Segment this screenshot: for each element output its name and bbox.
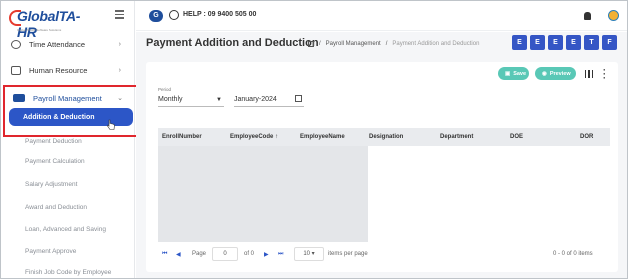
- period-label: Period: [158, 87, 172, 92]
- preview-label: Preview: [549, 70, 571, 77]
- export-button-3[interactable]: E: [548, 35, 563, 50]
- bell-icon[interactable]: [584, 12, 591, 20]
- sidebar-item-label: Time Attendance: [29, 39, 86, 49]
- chevron-down-icon: ▼: [216, 97, 222, 103]
- page-title: Payment Addition and Deduction: [146, 37, 319, 49]
- page-of-label: of 0: [244, 251, 255, 257]
- sidebar-subitem-payment-deduction[interactable]: Payment Deduction: [25, 138, 82, 145]
- breadcrumb-current: Payment Addition and Deduction: [392, 41, 480, 47]
- logo-tagline: Global TA-HR Software Solutions: [17, 28, 62, 32]
- export-button-2[interactable]: E: [530, 35, 545, 50]
- help-text: HELP : 09 9400 505 00: [183, 11, 257, 18]
- month-picker[interactable]: January-2024: [234, 95, 304, 107]
- sidebar-item-payroll-management[interactable]: Payroll Management ⌄: [5, 87, 141, 109]
- money-icon: [13, 94, 25, 102]
- first-page-icon[interactable]: ⏮: [162, 251, 167, 258]
- period-value: Monthly: [158, 96, 183, 103]
- column-employee-code[interactable]: EmployeeCode ↑: [230, 134, 278, 140]
- sidebar-subitem-payment-approve[interactable]: Payment Approve: [25, 248, 76, 255]
- page-size-select[interactable]: 10 ▾: [294, 247, 324, 261]
- data-grid: EnrollNumber EmployeeCode ↑ EmployeeName…: [158, 128, 610, 242]
- page-input[interactable]: 0: [212, 247, 238, 261]
- sidebar-item-label: Human Resource: [29, 65, 88, 75]
- pager: ⏮ ◀ Page 0 of 0 ▶ ⏭ 10 ▾ items per page …: [158, 246, 610, 264]
- sidebar: GlobalTA-HR Global TA-HR Software Soluti…: [1, 1, 135, 278]
- people-icon: [11, 65, 21, 75]
- month-value: January-2024: [234, 96, 277, 103]
- sidebar-item-label: Payroll Management: [33, 93, 102, 103]
- filter-button[interactable]: F: [602, 35, 617, 50]
- hand-cursor-icon: [107, 119, 115, 130]
- save-button[interactable]: ▣ Save: [498, 67, 529, 80]
- export-button-4[interactable]: E: [566, 35, 581, 50]
- last-page-icon[interactable]: ⏭: [278, 251, 283, 258]
- sidebar-subitem-salary-adjustment[interactable]: Salary Adjustment: [25, 181, 77, 188]
- topbar: G HELP : 09 9400 505 00: [136, 1, 627, 31]
- sidebar-subitem-payment-calculation[interactable]: Payment Calculation: [25, 158, 85, 165]
- save-icon: ▣: [505, 70, 511, 77]
- page-label: Page: [192, 251, 207, 257]
- more-options-icon[interactable]: · · ·: [603, 66, 606, 83]
- main-content: Payment Addition and Deduction / Payroll…: [136, 32, 627, 278]
- home-icon[interactable]: [308, 41, 314, 47]
- page-size-value: 10: [303, 251, 310, 257]
- save-label: Save: [513, 70, 527, 77]
- eye-icon: ◉: [542, 70, 547, 77]
- period-select[interactable]: Monthly ▼: [158, 96, 224, 107]
- chevron-right-icon: ›: [118, 40, 121, 48]
- breadcrumb-item[interactable]: Payroll Management: [326, 41, 381, 47]
- chevron-down-icon: ⌄: [117, 95, 123, 102]
- clock-icon: [11, 39, 21, 49]
- toolbar: E E E E T F: [512, 35, 617, 50]
- column-dor[interactable]: DOR: [580, 134, 593, 140]
- per-page-label: items per page: [328, 251, 368, 257]
- export-excel-button[interactable]: E: [512, 35, 527, 50]
- content-card: ▣ Save ◉ Preview · · · Period Monthly ▼ Ja…: [146, 62, 618, 272]
- column-designation[interactable]: Designation: [369, 134, 403, 140]
- columns-icon[interactable]: [585, 70, 593, 78]
- hamburger-menu-icon[interactable]: [115, 10, 124, 21]
- column-enroll-number[interactable]: EnrollNumber: [162, 134, 202, 140]
- grid-header: EnrollNumber EmployeeCode ↑ EmployeeName…: [158, 128, 610, 146]
- grid-frozen-area: [158, 146, 368, 242]
- calendar-icon[interactable]: [295, 95, 302, 102]
- column-employee-name[interactable]: EmployeeName: [300, 134, 345, 140]
- sidebar-item-time-attendance[interactable]: Time Attendance ›: [1, 35, 133, 53]
- logo-main-text: Global: [17, 8, 59, 24]
- sidebar-subitem-loan-advanced-saving[interactable]: Loan, Advanced and Saving: [25, 226, 106, 233]
- sidebar-item-human-resource[interactable]: Human Resource ›: [1, 59, 133, 81]
- breadcrumb: / Payroll Management / Payment Addition …: [308, 41, 479, 47]
- sidebar-subitem-award-and-deduction[interactable]: Award and Deduction: [25, 204, 87, 211]
- phone-icon: [169, 10, 179, 20]
- prev-page-icon[interactable]: ◀: [176, 251, 181, 258]
- logo: GlobalTA-HR Global TA-HR Software Soluti…: [7, 7, 87, 40]
- column-doe[interactable]: DOE: [510, 134, 523, 140]
- sidebar-subitem-finish-job-code[interactable]: Finish Job Code by Employee: [25, 269, 111, 276]
- global-logo-icon: G: [149, 10, 163, 22]
- pager-summary: 0 - 0 of 0 items: [553, 251, 593, 257]
- tree-view-button[interactable]: T: [584, 35, 599, 50]
- avatar[interactable]: [608, 10, 619, 21]
- preview-button[interactable]: ◉ Preview: [535, 67, 576, 80]
- chevron-right-icon: ›: [118, 66, 121, 74]
- next-page-icon[interactable]: ▶: [264, 251, 269, 258]
- column-department[interactable]: Department: [440, 134, 473, 140]
